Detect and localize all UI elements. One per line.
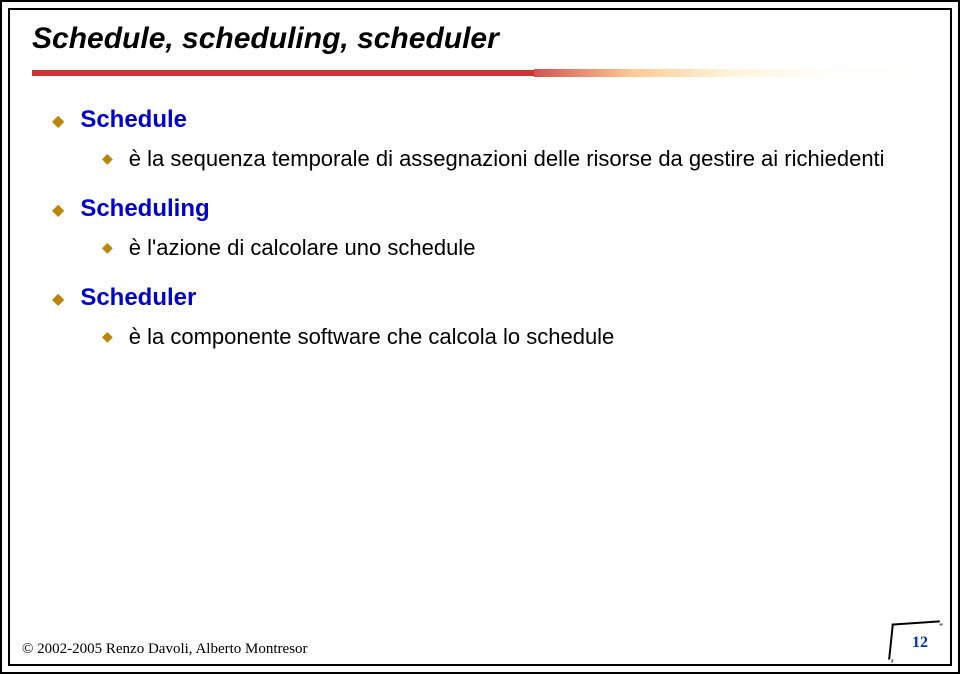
heading-text: Scheduler <box>80 284 196 312</box>
heading-text: Scheduling <box>80 195 209 223</box>
diamond-bullet-icon: ◆ <box>52 111 64 131</box>
list-item: ◆ Scheduler <box>52 284 928 312</box>
list-subitem: ◆ è la componente software che calcola l… <box>102 322 928 353</box>
slide-content: Schedule, scheduling, scheduler ◆ Schedu… <box>2 2 958 672</box>
list-item: ◆ Schedule <box>52 106 928 134</box>
sub-text: è la componente software che calcola lo … <box>129 322 615 353</box>
list-subitem: ◆ è la sequenza temporale di assegnazion… <box>102 144 928 175</box>
sub-text: è la sequenza temporale di assegnazioni … <box>129 144 885 175</box>
list-item: ◆ Scheduling <box>52 195 928 223</box>
slide-footer: © 2002-2005 Renzo Davoli, Alberto Montre… <box>22 614 938 658</box>
body-content: ◆ Schedule ◆ è la sequenza temporale di … <box>32 106 928 352</box>
diamond-bullet-icon: ◆ <box>102 150 113 167</box>
divider-red <box>32 70 534 76</box>
divider-gradient <box>534 69 928 77</box>
diamond-bullet-icon: ◆ <box>102 328 113 345</box>
copyright-text: © 2002-2005 Renzo Davoli, Alberto Montre… <box>22 641 308 658</box>
title-divider <box>32 70 928 86</box>
diamond-bullet-icon: ◆ <box>52 289 64 309</box>
list-subitem: ◆ è l'azione di calcolare uno schedule <box>102 233 928 264</box>
diamond-bullet-icon: ◆ <box>102 239 113 256</box>
diamond-bullet-icon: ◆ <box>52 200 64 220</box>
page-number: 12 <box>912 634 928 652</box>
sub-text: è l'azione di calcolare uno schedule <box>129 233 476 264</box>
slide-title: Schedule, scheduling, scheduler <box>32 22 928 56</box>
page-corner: 12 <box>878 614 938 658</box>
heading-text: Schedule <box>80 106 187 134</box>
